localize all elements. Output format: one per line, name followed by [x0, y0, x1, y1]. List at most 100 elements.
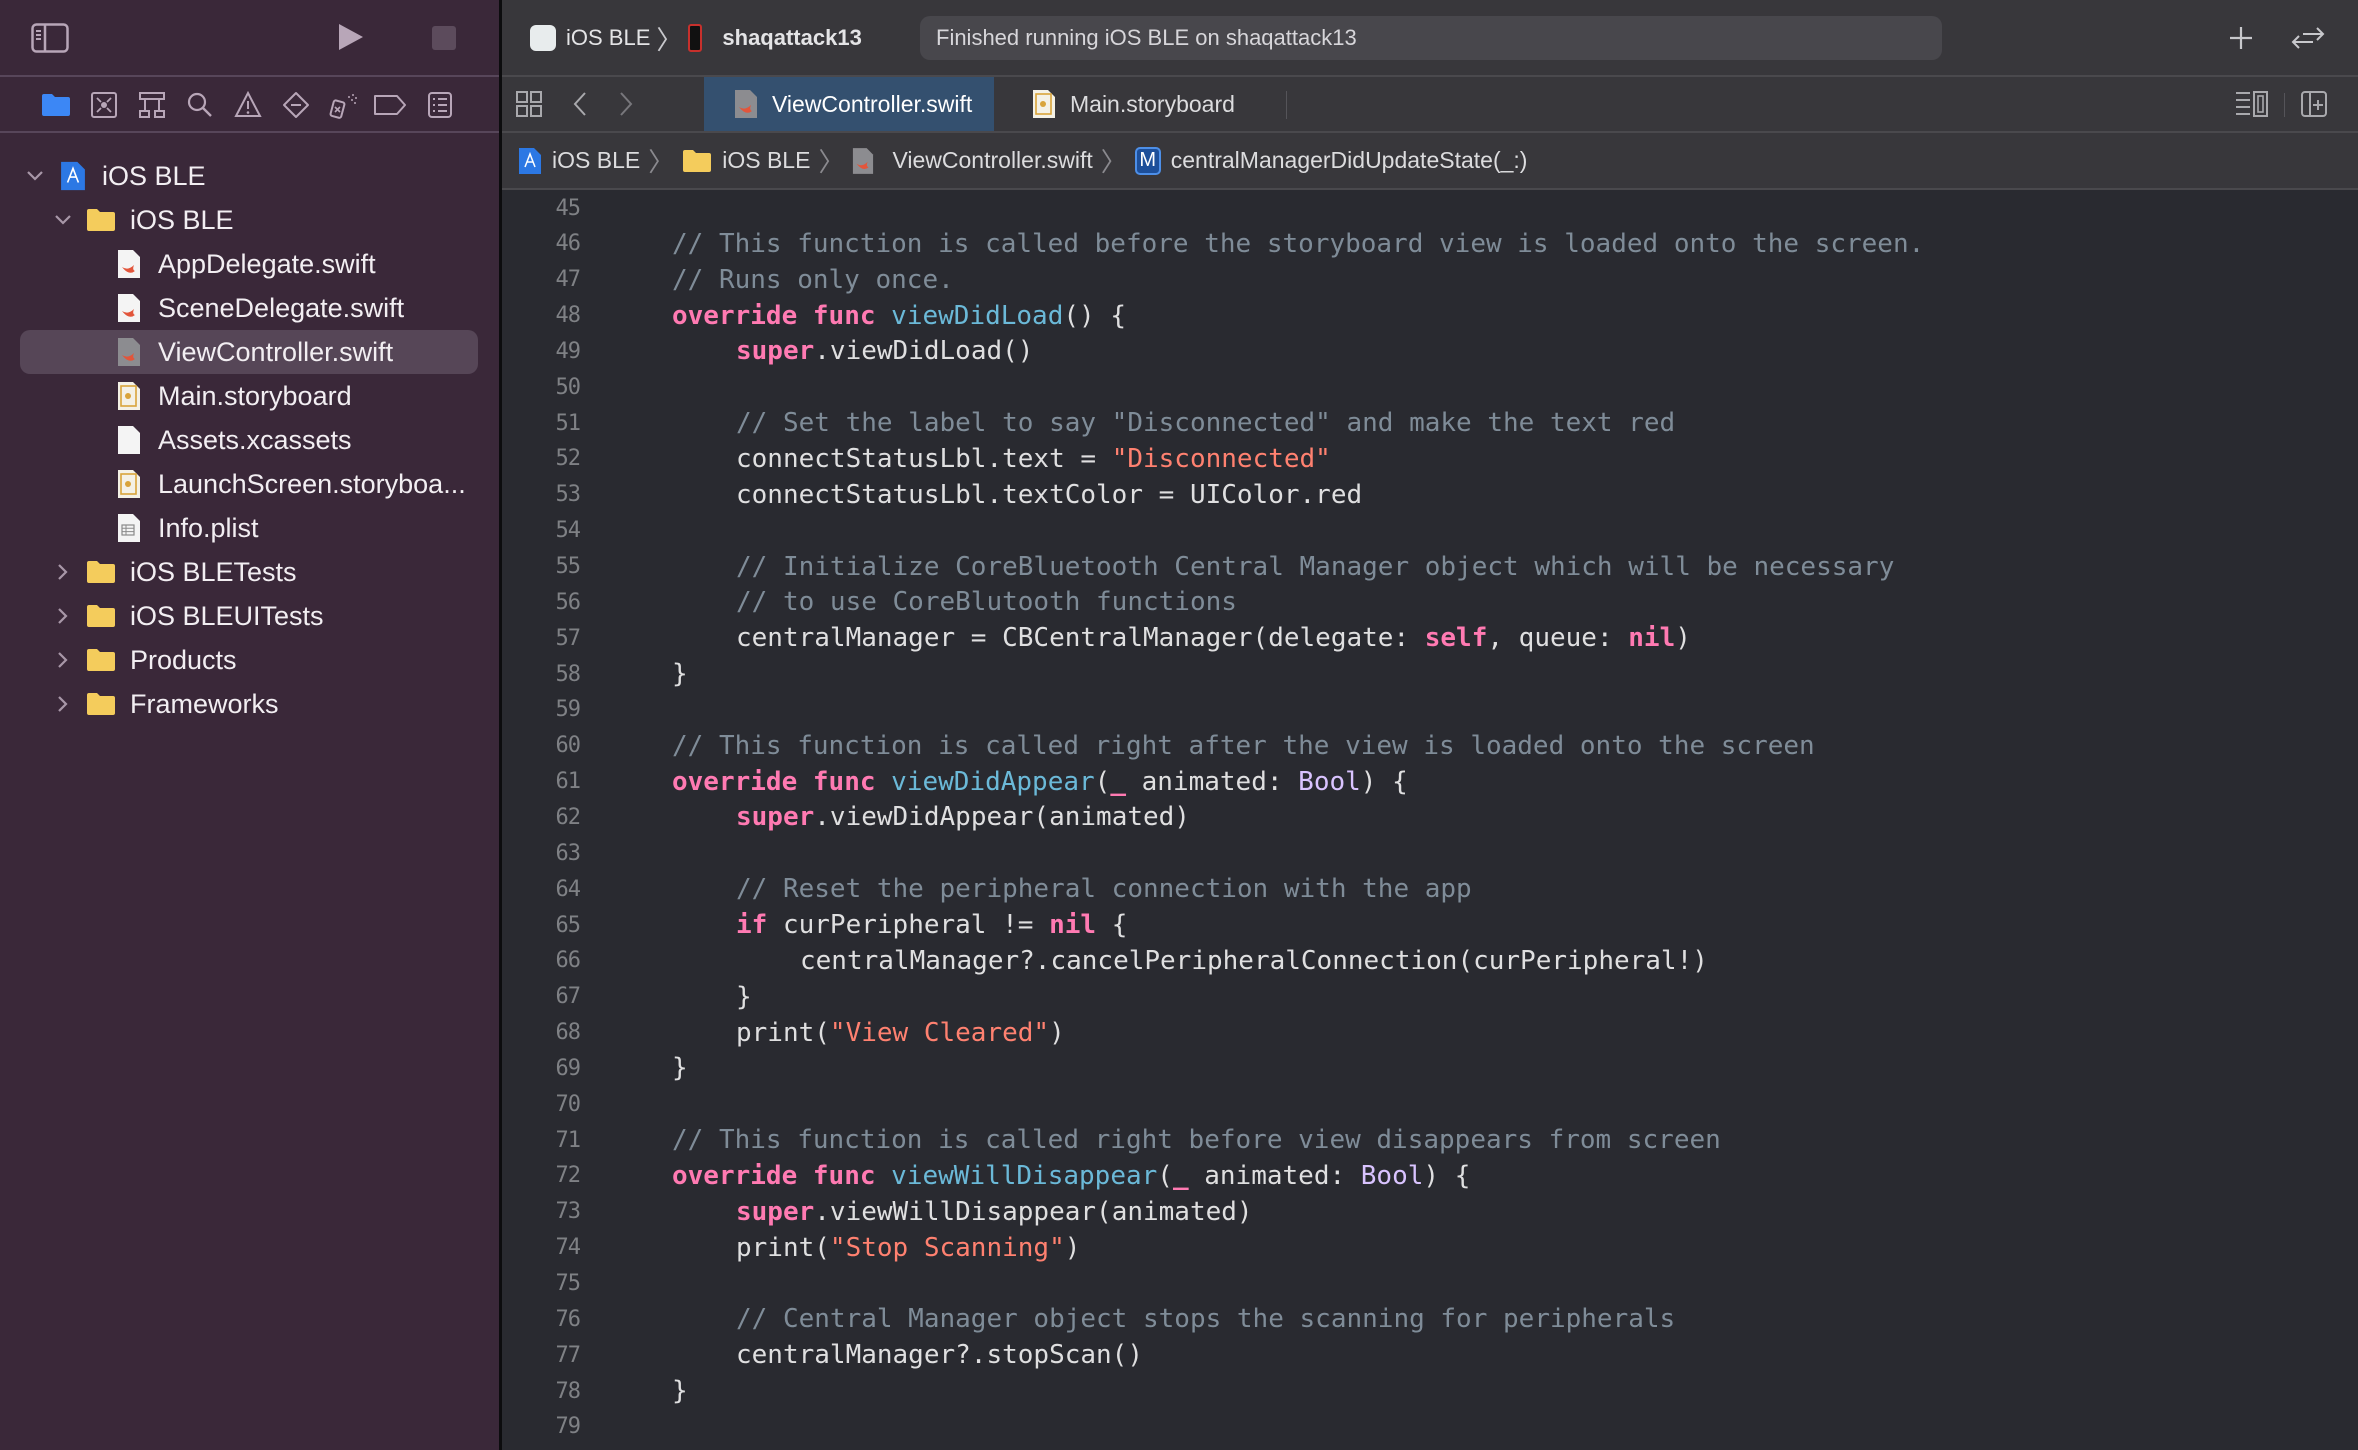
code-line[interactable]: 75: [502, 1266, 2358, 1302]
code-line[interactable]: 72 override func viewWillDisappear(_ anim…: [502, 1158, 2358, 1194]
issue-navigator-icon[interactable]: [232, 89, 264, 121]
breadcrumb-project[interactable]: iOS BLE: [518, 147, 640, 175]
tree-item[interactable]: SceneDelegate.swift: [0, 286, 404, 330]
code-line[interactable]: 61 override func viewDidAppear(_ animated…: [502, 764, 2358, 800]
tree-item[interactable]: Products: [0, 638, 237, 682]
code-line[interactable]: 73 super.viewWillDisappear(animated): [502, 1194, 2358, 1230]
code-line[interactable]: 54: [502, 513, 2358, 549]
code-content: // This function is called before the st…: [672, 229, 1924, 259]
disclosure-collapsed-icon[interactable]: [50, 559, 76, 585]
code-line[interactable]: 56 // to use CoreBlutooth functions: [502, 584, 2358, 620]
find-navigator-icon[interactable]: [184, 89, 216, 121]
code-keyword: super: [736, 336, 815, 367]
test-navigator-icon[interactable]: [280, 89, 312, 121]
project-navigator-icon[interactable]: [40, 89, 72, 121]
code-line[interactable]: 77 centralManager?.stopScan(): [502, 1337, 2358, 1373]
code-line[interactable]: 60 // This function is called right after…: [502, 728, 2358, 764]
code-text: animated:: [1188, 1160, 1361, 1191]
code-line[interactable]: 70: [502, 1086, 2358, 1122]
tree-item[interactable]: iOS BLETests: [0, 550, 297, 594]
breadcrumb-label: ViewController.swift: [892, 147, 1093, 173]
code-line[interactable]: 51 // Set the label to say "Disconnected"…: [502, 405, 2358, 441]
tree-item[interactable]: Assets.xcassets: [0, 418, 352, 462]
code-line[interactable]: 58}: [502, 656, 2358, 692]
code-line[interactable]: 49 super.viewDidLoad(): [502, 333, 2358, 369]
code-comment: // This function is called right before …: [672, 1125, 1721, 1156]
symbol-navigator-icon[interactable]: [136, 89, 168, 121]
breakpoint-navigator-icon[interactable]: [372, 89, 408, 121]
code-line[interactable]: 45: [502, 190, 2358, 226]
tree-item[interactable]: iOS BLEUITests: [0, 594, 324, 638]
folder-icon: [86, 643, 116, 677]
breadcrumb-file[interactable]: ViewController.swift: [852, 147, 1093, 175]
code-line[interactable]: 53 connectStatusLbl.textColor = UIColor.r…: [502, 477, 2358, 513]
code-line[interactable]: 55 // Initialize CoreBluetooth Central Ma…: [502, 549, 2358, 585]
source-editor[interactable]: 45 46 // This function is called before th…: [502, 190, 2358, 1450]
run-icon[interactable]: [334, 20, 368, 54]
related-items-icon[interactable]: [514, 89, 544, 119]
code-line[interactable]: 47 // Runs only once.: [502, 262, 2358, 298]
tab-viewcontroller-swift[interactable]: ViewController.swift: [704, 77, 994, 131]
code-content: centralManager = CBCentralManager(delega…: [736, 623, 1691, 653]
add-editor-icon[interactable]: [2298, 89, 2330, 119]
adjust-editor-options-icon[interactable]: [2232, 89, 2272, 119]
code-line[interactable]: 63: [502, 835, 2358, 871]
toggle-navigator-icon[interactable]: [30, 20, 70, 56]
code-line[interactable]: 48 override func viewDidLoad() {: [502, 298, 2358, 334]
code-line[interactable]: 79: [502, 1409, 2358, 1445]
code-line[interactable]: 59: [502, 692, 2358, 728]
line-number: 62: [555, 804, 582, 830]
tree-item[interactable]: LaunchScreen.storyboa...: [0, 462, 466, 506]
code-line[interactable]: 46 // This function is called before the …: [502, 226, 2358, 262]
breadcrumb-method[interactable]: M centralManagerDidUpdateState(_:): [1134, 146, 1527, 175]
code-line[interactable]: 78}: [502, 1373, 2358, 1409]
code-line[interactable]: 52 connectStatusLbl.text = "Disconnected": [502, 441, 2358, 477]
tree-item[interactable]: Main.storyboard: [0, 374, 352, 418]
code-content: // This function is called right after t…: [672, 731, 1815, 761]
breadcrumb-group[interactable]: iOS BLE: [682, 147, 810, 174]
tree-item[interactable]: AppDelegate.swift: [0, 242, 376, 286]
code-line[interactable]: 66 centralManager?.cancelPeripheralConnec…: [502, 943, 2358, 979]
debug-navigator-icon[interactable]: [328, 89, 360, 121]
code-line[interactable]: 74 print("Stop Scanning"): [502, 1230, 2358, 1266]
disclosure-expanded-icon[interactable]: [50, 207, 76, 233]
stop-icon[interactable]: [430, 24, 458, 52]
code-content: print("View Cleared"): [736, 1018, 1065, 1048]
line-number: 61: [555, 769, 582, 795]
code-line[interactable]: 68 print("View Cleared"): [502, 1015, 2358, 1051]
disclosure-collapsed-icon[interactable]: [50, 691, 76, 717]
code-line[interactable]: 64 // Reset the peripheral connection wit…: [502, 871, 2358, 907]
tree-item[interactable]: Info.plist: [0, 506, 259, 550]
disclosure-collapsed-icon[interactable]: [50, 647, 76, 673]
scheme-selector[interactable]: iOS BLE 〉 shaqattack13: [530, 20, 862, 56]
code-line[interactable]: 50: [502, 369, 2358, 405]
code-string: "Stop Scanning": [829, 1232, 1065, 1263]
add-library-icon[interactable]: [2225, 22, 2257, 54]
tree-item[interactable]: iOS BLE: [0, 198, 234, 242]
tree-item-label: iOS BLE: [130, 204, 234, 235]
tab-main-storyboard[interactable]: Main.storyboard: [1032, 77, 1332, 131]
back-icon[interactable]: [568, 91, 592, 117]
tree-item[interactable]: iOS BLE: [0, 154, 206, 198]
code-line[interactable]: 76 // Central Manager object stops the sc…: [502, 1301, 2358, 1337]
code-line[interactable]: 67}: [502, 979, 2358, 1015]
code-line[interactable]: 57 centralManager = CBCentralManager(dele…: [502, 620, 2358, 656]
code-line[interactable]: 65 if curPeripheral != nil {: [502, 907, 2358, 943]
code-review-icon[interactable]: [2288, 22, 2328, 54]
code-line[interactable]: 71 // This function is called right befor…: [502, 1122, 2358, 1158]
disclosure-expanded-icon[interactable]: [22, 163, 48, 189]
tree-item[interactable]: ViewController.swift: [20, 330, 478, 374]
source-control-icon[interactable]: [88, 89, 120, 121]
code-line[interactable]: 69}: [502, 1050, 2358, 1086]
tree-item[interactable]: Frameworks: [0, 682, 279, 726]
disclosure-collapsed-icon[interactable]: [50, 603, 76, 629]
code-content: }: [672, 659, 688, 689]
forward-icon[interactable]: [614, 91, 638, 117]
code-content: // This function is called right before …: [672, 1125, 1721, 1155]
report-navigator-icon[interactable]: [424, 89, 456, 121]
tree-item-label: ViewController.swift: [158, 336, 394, 367]
code-line[interactable]: 62 super.viewDidAppear(animated): [502, 799, 2358, 835]
code-text: print(: [736, 1232, 830, 1263]
code-comment: // This function is called right after t…: [672, 730, 1815, 761]
